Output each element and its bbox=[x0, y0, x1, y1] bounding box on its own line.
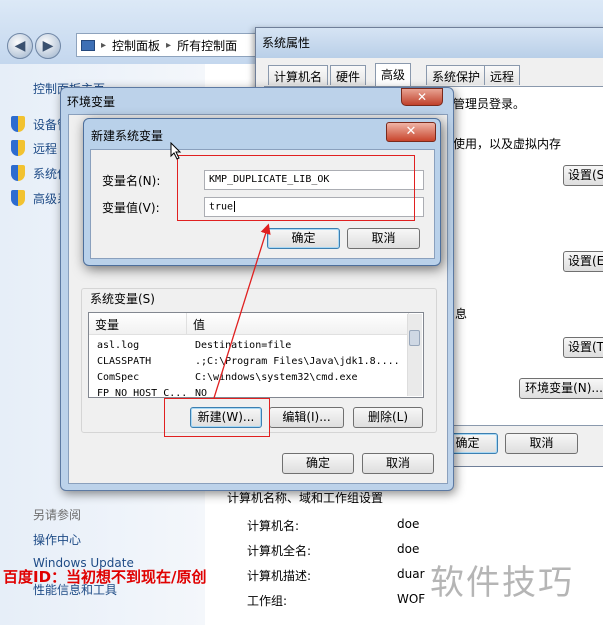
computer-info-heading: 计算机名称、域和工作组设置 bbox=[227, 491, 384, 505]
workgroup-value: WOF bbox=[397, 592, 426, 606]
computer-name-label: 计算机名: bbox=[247, 519, 300, 533]
address-bar[interactable]: ▸ 控制面板 ▸ 所有控制面 bbox=[76, 33, 261, 57]
forward-button[interactable]: ▶ bbox=[35, 33, 61, 59]
system-var-edit-button[interactable]: 编辑(I)... bbox=[269, 407, 344, 428]
breadcrumb-all-items[interactable]: 所有控制面 bbox=[177, 37, 237, 54]
list-scrollbar-thumb[interactable] bbox=[409, 330, 420, 346]
computer-fullname-value: doe bbox=[397, 542, 420, 556]
computer-description-value: duar bbox=[397, 567, 425, 581]
computer-description-label: 计算机描述: bbox=[247, 569, 312, 583]
close-icon: ✕ bbox=[416, 90, 428, 104]
watermark-baidu: 百度ID：当初想不到现在/原创 bbox=[3, 568, 207, 586]
env-cancel-button[interactable]: 取消 bbox=[362, 453, 434, 474]
computer-name-value: doe bbox=[397, 517, 420, 531]
sidebar-link-action-center[interactable]: 操作中心 bbox=[33, 531, 81, 548]
sidebar-item-remote[interactable]: 远程 bbox=[33, 140, 57, 157]
computer-fullname-label: 计算机全名: bbox=[247, 544, 312, 558]
variable-value-cell: C:\windows\system32\cmd.exe bbox=[195, 372, 358, 383]
environment-variables-button[interactable]: 环境变量(N)... bbox=[519, 378, 603, 399]
tab-system-protection[interactable]: 系统保护 bbox=[426, 65, 487, 85]
close-icon: ✕ bbox=[405, 124, 417, 139]
annotation-box-new-button bbox=[164, 398, 270, 437]
variable-value-cell: Destination=file bbox=[195, 340, 292, 351]
tab-advanced[interactable]: 高级 bbox=[375, 63, 412, 87]
env-close-button[interactable]: ✕ bbox=[401, 88, 443, 106]
system-variables-list[interactable]: 变量 值 asl.log Destination=file CLASSPATH … bbox=[88, 312, 424, 398]
back-arrow-icon: ◀ bbox=[14, 38, 26, 54]
variable-name-cell: CLASSPATH bbox=[97, 356, 152, 367]
workgroup-label: 工作组: bbox=[247, 594, 288, 608]
tab-remote[interactable]: 远程 bbox=[484, 65, 521, 85]
system-variables-label: 系统变量(S) bbox=[88, 290, 157, 307]
breadcrumb-separator-icon: ▸ bbox=[166, 39, 172, 51]
shield-icon bbox=[11, 190, 25, 206]
column-header-variable[interactable]: 变量 bbox=[89, 313, 187, 335]
watermark-site: 软件技巧 bbox=[430, 563, 574, 603]
variable-name-cell: asl.log bbox=[97, 340, 140, 351]
performance-settings-button[interactable]: 设置(S) bbox=[563, 165, 603, 186]
system-var-delete-button[interactable]: 删除(L) bbox=[353, 407, 423, 428]
startup-settings-button[interactable]: 设置(T) bbox=[563, 337, 603, 358]
shield-icon bbox=[11, 116, 25, 132]
profile-settings-button[interactable]: 设置(E) bbox=[563, 251, 603, 272]
annotation-box-fields bbox=[177, 155, 415, 221]
variable-name-cell: FP_NO_HOST_C... bbox=[97, 388, 185, 398]
environment-variables-title: 环境变量 bbox=[67, 95, 116, 109]
shield-icon bbox=[11, 165, 25, 181]
variable-value-cell: .;C:\Program Files\Java\jdk1.8.... bbox=[195, 356, 400, 367]
see-also-heading: 另请参阅 bbox=[33, 508, 82, 522]
column-header-value[interactable]: 值 bbox=[187, 313, 409, 335]
new-var-cancel-button[interactable]: 取消 bbox=[347, 228, 420, 249]
mouse-cursor-icon bbox=[170, 142, 182, 160]
system-properties-cancel-button[interactable]: 取消 bbox=[505, 433, 578, 454]
new-var-close-button[interactable]: ✕ bbox=[386, 122, 436, 142]
breadcrumb-separator-icon: ▸ bbox=[101, 39, 107, 51]
performance-description: 使用，以及虚拟内存 bbox=[453, 137, 562, 151]
new-variable-title: 新建系统变量 bbox=[91, 129, 164, 143]
system-properties-titlebar: 系统属性 bbox=[256, 28, 603, 58]
back-button[interactable]: ◀ bbox=[7, 33, 33, 59]
variable-value-cell: NO bbox=[195, 388, 208, 398]
startup-info-text: 息 bbox=[455, 307, 468, 321]
env-ok-button[interactable]: 确定 bbox=[282, 453, 354, 474]
list-scrollbar[interactable] bbox=[407, 314, 422, 396]
admin-note: 管理员登录。 bbox=[453, 97, 526, 111]
variable-name-cell: ComSpec bbox=[97, 372, 140, 383]
breadcrumb-control-panel[interactable]: 控制面板 bbox=[112, 37, 160, 54]
shield-icon bbox=[11, 140, 25, 156]
forward-arrow-icon: ▶ bbox=[42, 38, 54, 54]
tab-hardware[interactable]: 硬件 bbox=[330, 65, 367, 85]
new-var-ok-button[interactable]: 确定 bbox=[267, 228, 340, 249]
variable-value-label: 变量值(V): bbox=[102, 201, 160, 215]
system-properties-title: 系统属性 bbox=[262, 36, 311, 50]
variable-name-label: 变量名(N): bbox=[102, 174, 161, 188]
tab-computer-name[interactable]: 计算机名 bbox=[268, 65, 329, 85]
control-panel-icon bbox=[81, 39, 95, 51]
